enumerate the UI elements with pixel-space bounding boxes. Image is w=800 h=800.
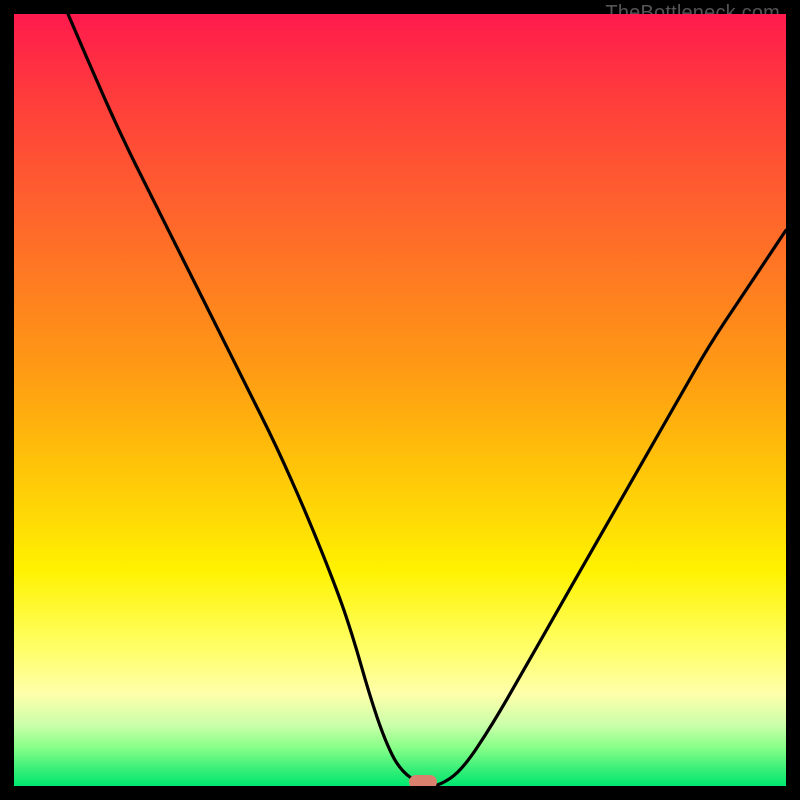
optimal-marker [409, 775, 437, 786]
chart-frame: TheBottleneck.com [0, 0, 800, 800]
bottleneck-curve [68, 14, 786, 786]
chart-plot-area [14, 14, 786, 786]
curve-svg [14, 14, 786, 786]
